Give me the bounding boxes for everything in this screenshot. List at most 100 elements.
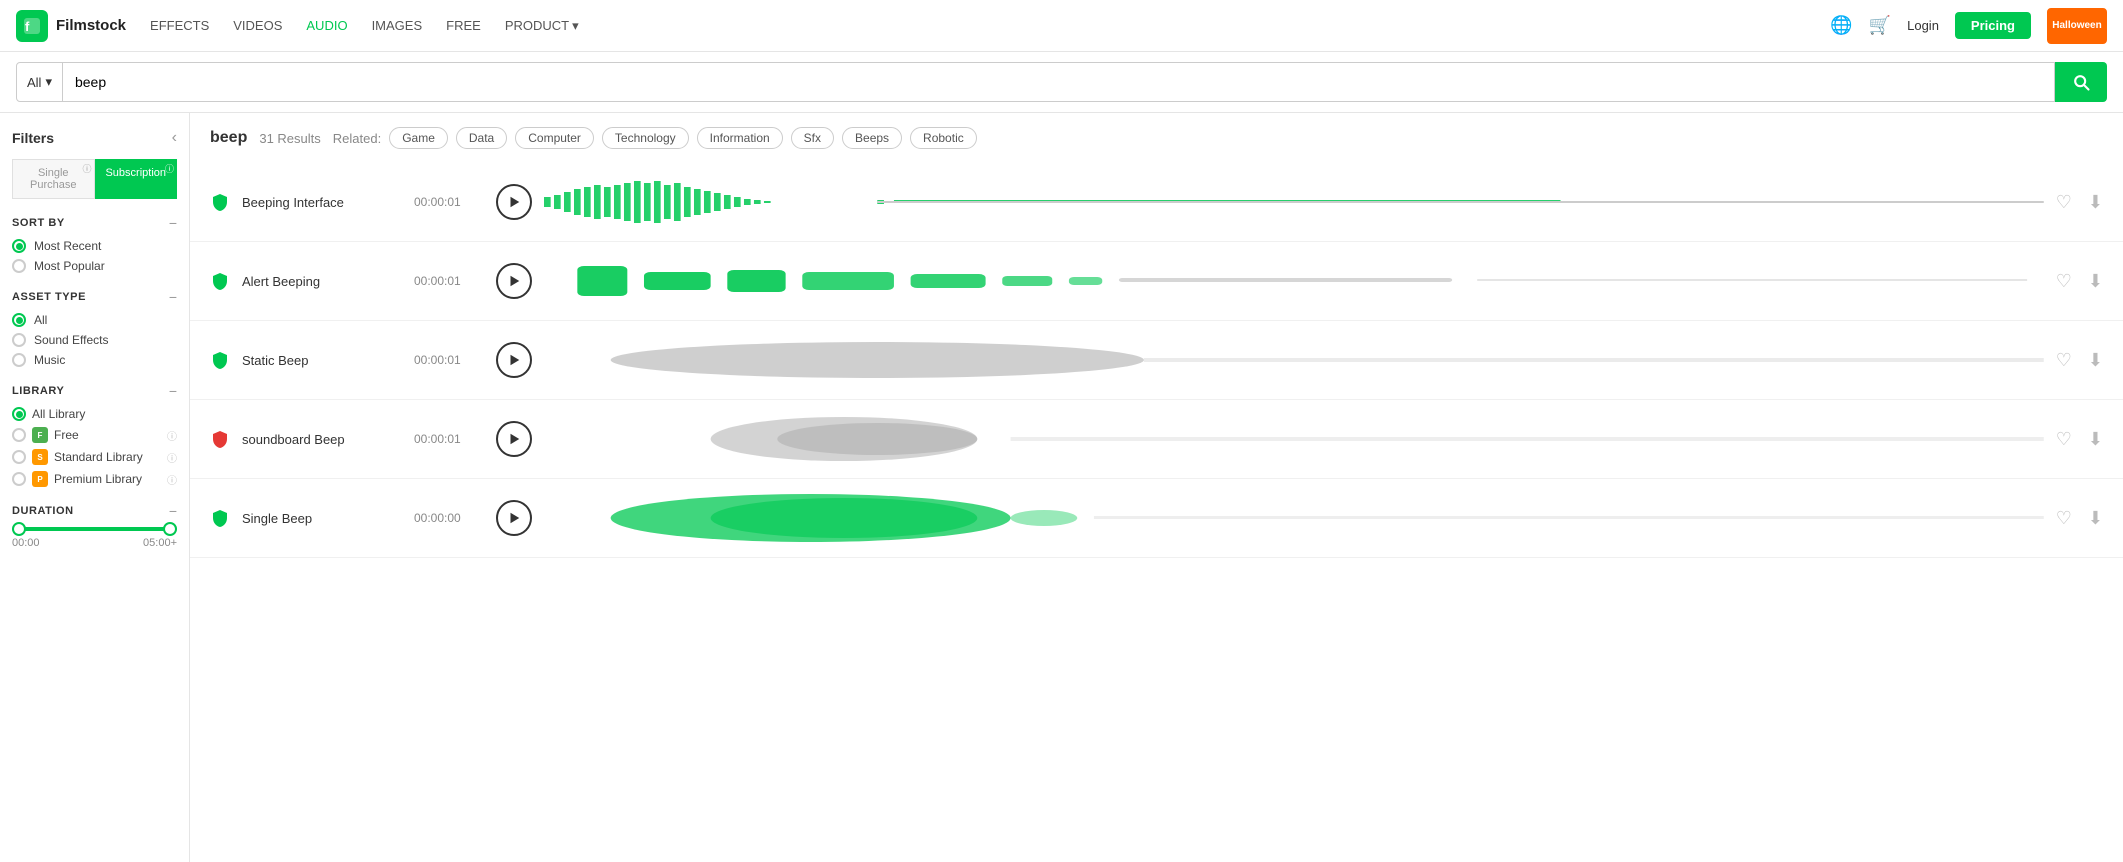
- track-actions-5: ♡ ⬇: [2056, 508, 2103, 529]
- track-name-2: Alert Beeping: [242, 274, 402, 289]
- waveform-5: [544, 493, 2044, 543]
- library-standard[interactable]: S Standard Library ⓘ: [12, 449, 177, 465]
- tag-game[interactable]: Game: [389, 127, 448, 149]
- track-row: soundboard Beep 00:00:01 ♡ ⬇: [190, 400, 2123, 479]
- tag-data[interactable]: Data: [456, 127, 507, 149]
- login-button[interactable]: Login: [1907, 18, 1939, 33]
- track-shield-4: [210, 429, 230, 449]
- track-row: Beeping Interface 00:00:01 ♡ ⬇: [190, 163, 2123, 242]
- radio-most-recent: [12, 239, 26, 253]
- library-toggle[interactable]: −: [169, 383, 177, 399]
- shield-icon: [212, 193, 228, 211]
- duration-toggle[interactable]: −: [169, 503, 177, 519]
- search-button[interactable]: [2055, 62, 2107, 102]
- waveform-1: [544, 177, 2044, 227]
- asset-all[interactable]: All: [12, 313, 177, 327]
- nav-videos[interactable]: VIDEOS: [233, 18, 282, 33]
- search-filter-select[interactable]: All ▾: [16, 62, 63, 102]
- favorite-button-3[interactable]: ♡: [2056, 350, 2072, 371]
- favorite-button-2[interactable]: ♡: [2056, 271, 2072, 292]
- sort-by-header: SORT BY −: [12, 215, 177, 231]
- nav-free[interactable]: FREE: [446, 18, 481, 33]
- play-icon: [507, 274, 521, 288]
- duration-max-label: 05:00+: [143, 537, 177, 549]
- radio-sound-effects: [12, 333, 26, 347]
- play-button-5[interactable]: [496, 500, 532, 536]
- download-button-3[interactable]: ⬇: [2088, 350, 2103, 371]
- duration-thumb-max[interactable]: [163, 522, 177, 536]
- track-row: Alert Beeping 00:00:01: [190, 242, 2123, 321]
- tag-sfx[interactable]: Sfx: [791, 127, 834, 149]
- tag-beeps[interactable]: Beeps: [842, 127, 902, 149]
- play-icon: [507, 353, 521, 367]
- play-button-1[interactable]: [496, 184, 532, 220]
- nav-audio[interactable]: AUDIO: [306, 18, 347, 33]
- track-name-5: Single Beep: [242, 511, 402, 526]
- results-header: beep 31 Results Related: Game Data Compu…: [190, 113, 2123, 163]
- duration-thumb-min[interactable]: [12, 522, 26, 536]
- library-header: LIBRARY −: [12, 383, 177, 399]
- tag-technology[interactable]: Technology: [602, 127, 689, 149]
- asset-sound-effects[interactable]: Sound Effects: [12, 333, 177, 347]
- results-count: 31 Results: [259, 131, 320, 146]
- library-all[interactable]: All Library: [12, 407, 177, 421]
- logo[interactable]: f Filmstock: [16, 10, 126, 42]
- duration-range-track: [12, 527, 177, 531]
- track-duration-1: 00:00:01: [414, 195, 484, 209]
- download-button-4[interactable]: ⬇: [2088, 429, 2103, 450]
- waveform-2: [544, 256, 2044, 306]
- results-related: Related: Game Data Computer Technology I…: [333, 127, 977, 149]
- radio-music: [12, 353, 26, 367]
- nav-product[interactable]: PRODUCT ▾: [505, 18, 579, 34]
- sort-by-toggle[interactable]: −: [169, 215, 177, 231]
- nav-effects[interactable]: EFFECTS: [150, 18, 209, 33]
- favorite-button-5[interactable]: ♡: [2056, 508, 2072, 529]
- single-purchase-info-icon: ⓘ: [82, 162, 91, 175]
- globe-icon[interactable]: 🌐: [1830, 15, 1852, 36]
- favorite-button-1[interactable]: ♡: [2056, 192, 2072, 213]
- duration-header: DURATION −: [12, 503, 177, 519]
- library-section: LIBRARY − All Library F Free ⓘ S Standar…: [12, 383, 177, 487]
- track-actions-2: ♡ ⬇: [2056, 271, 2103, 292]
- sidebar-collapse-button[interactable]: ‹: [172, 129, 177, 147]
- download-button-2[interactable]: ⬇: [2088, 271, 2103, 292]
- track-shield-3: [210, 350, 230, 370]
- track-shield-5: [210, 508, 230, 528]
- sort-most-recent[interactable]: Most Recent: [12, 239, 177, 253]
- favorite-button-4[interactable]: ♡: [2056, 429, 2072, 450]
- pricing-button[interactable]: Pricing: [1955, 12, 2031, 39]
- library-free[interactable]: F Free ⓘ: [12, 427, 177, 443]
- shield-icon: [212, 430, 228, 448]
- play-button-4[interactable]: [496, 421, 532, 457]
- track-shield-2: [210, 271, 230, 291]
- track-shield-1: [210, 192, 230, 212]
- tag-computer[interactable]: Computer: [515, 127, 594, 149]
- sort-most-popular[interactable]: Most Popular: [12, 259, 177, 273]
- play-button-3[interactable]: [496, 342, 532, 378]
- tag-information[interactable]: Information: [697, 127, 783, 149]
- asset-type-toggle[interactable]: −: [169, 289, 177, 305]
- search-input-wrap: [63, 62, 2055, 102]
- track-row: Single Beep 00:00:00 ♡ ⬇: [190, 479, 2123, 558]
- content-area: beep 31 Results Related: Game Data Compu…: [190, 113, 2123, 862]
- related-label: Related:: [333, 131, 381, 146]
- download-button-5[interactable]: ⬇: [2088, 508, 2103, 529]
- logo-icon: f: [16, 10, 48, 42]
- waveform-3: [544, 335, 2044, 385]
- waveform-4: [544, 414, 2044, 464]
- tab-subscription[interactable]: Subscription ⓘ: [95, 159, 178, 199]
- track-name-1: Beeping Interface: [242, 195, 402, 210]
- download-button-1[interactable]: ⬇: [2088, 192, 2103, 213]
- halloween-banner[interactable]: Halloween: [2047, 8, 2107, 44]
- nav-images[interactable]: IMAGES: [372, 18, 423, 33]
- asset-music[interactable]: Music: [12, 353, 177, 367]
- cart-icon[interactable]: 🛒: [1869, 15, 1891, 36]
- tag-robotic[interactable]: Robotic: [910, 127, 977, 149]
- premium-badge: P: [32, 471, 48, 487]
- play-button-2[interactable]: [496, 263, 532, 299]
- library-premium[interactable]: P Premium Library ⓘ: [12, 471, 177, 487]
- duration-min-label: 00:00: [12, 537, 40, 549]
- tab-single-purchase[interactable]: Single Purchase ⓘ: [12, 159, 95, 199]
- chevron-down-icon: ▾: [572, 18, 579, 34]
- search-input[interactable]: [75, 74, 2042, 90]
